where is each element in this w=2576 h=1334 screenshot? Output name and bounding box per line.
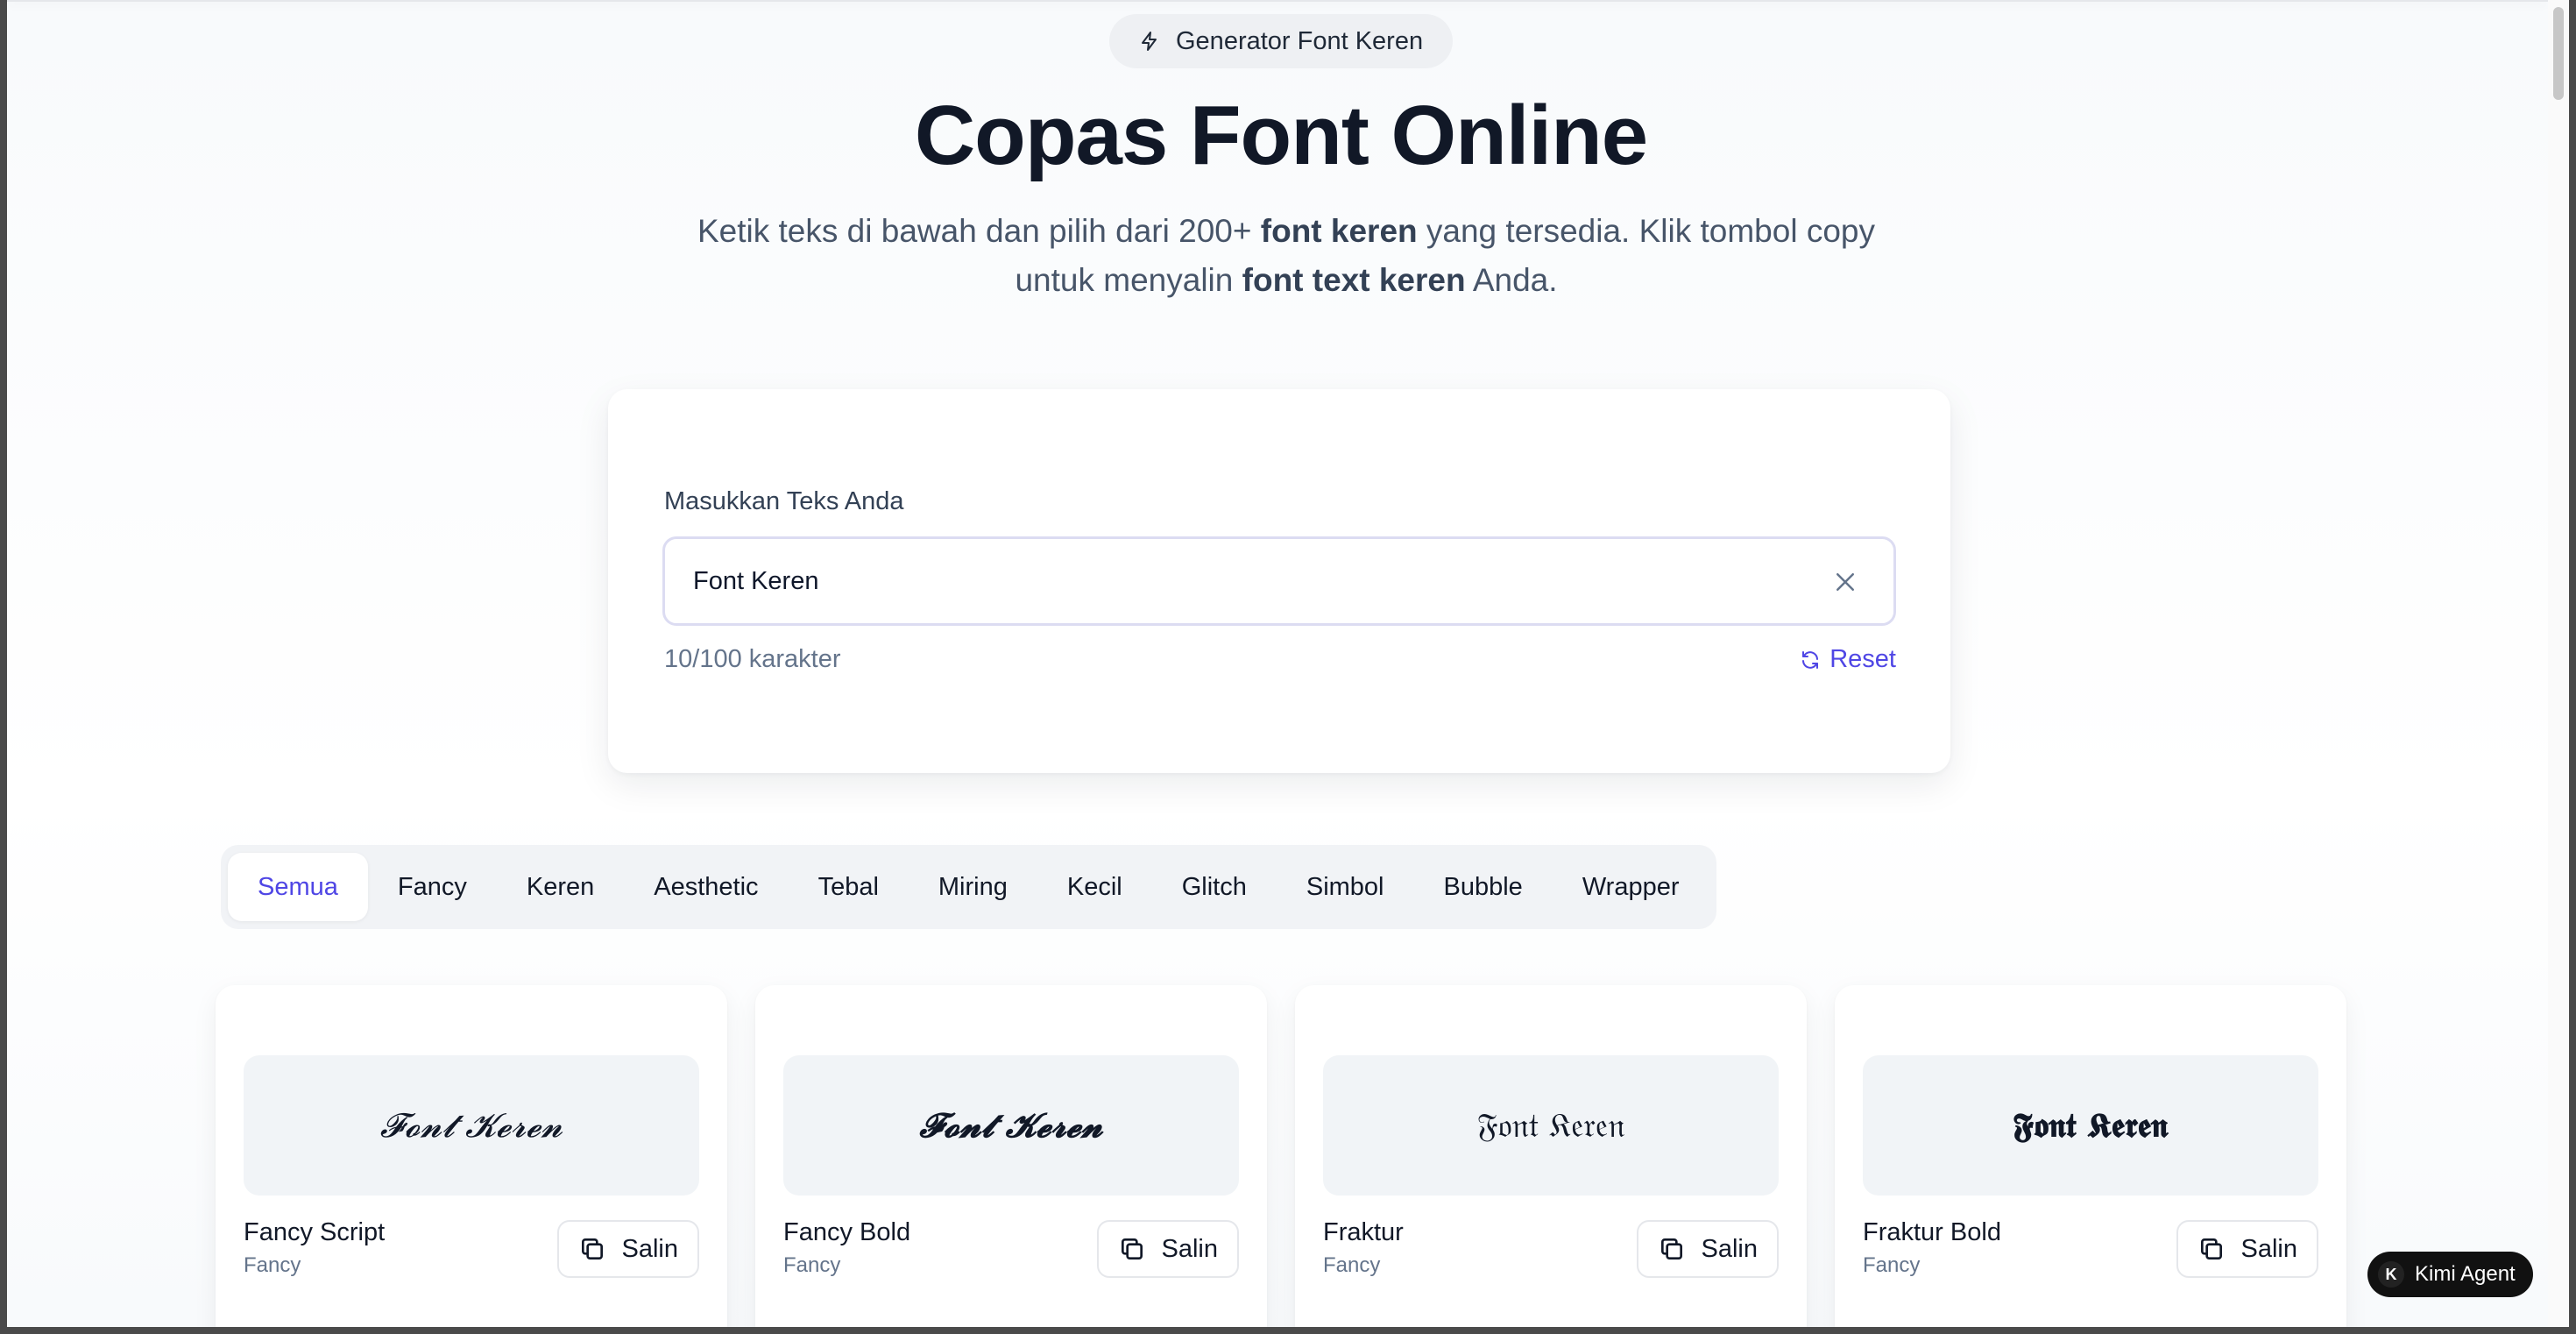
page: Generator Font Keren Copas Font Online K…: [7, 0, 2569, 1327]
font-preview[interactable]: 𝕱𝖔𝖓𝖙 𝕶𝖊𝖗𝖊𝖓: [1863, 1055, 2318, 1196]
font-card: 𝓕𝓸𝓷𝓽 𝓚𝓮𝓻𝓮𝓷 Fancy Script Fancy Salin: [216, 985, 727, 1327]
tab-aesthetic[interactable]: Aesthetic: [624, 853, 788, 921]
font-category: Fancy: [783, 1253, 841, 1277]
copy-icon: [581, 1238, 603, 1259]
scrollbar-thumb[interactable]: [2553, 7, 2564, 100]
top-divider: [7, 0, 2548, 2]
font-card: 𝓕𝓸𝓷𝓽 𝓚𝓮𝓻𝓮𝓷 Fancy Bold Fancy Salin: [755, 985, 1267, 1327]
zap-icon: [1142, 32, 1157, 51]
text-input-wrapper: [662, 536, 1896, 626]
copy-button[interactable]: Salin: [556, 1220, 699, 1278]
scrollbar[interactable]: [2548, 0, 2569, 1327]
tab-bubble[interactable]: Bubble: [1414, 853, 1553, 921]
page-subtitle: Ketik teks di bawah dan pilih dari 200+ …: [673, 207, 1900, 305]
tab-kecil[interactable]: Kecil: [1037, 853, 1152, 921]
copy-icon: [1121, 1238, 1143, 1259]
reset-label: Reset: [1829, 645, 1896, 673]
copy-label: Salin: [1701, 1234, 1759, 1263]
close-icon[interactable]: [1832, 569, 1858, 595]
tab-fancy[interactable]: Fancy: [368, 853, 497, 921]
tab-glitch[interactable]: Glitch: [1152, 853, 1277, 921]
input-label: Masukkan Teks Anda: [664, 487, 904, 515]
font-card: 𝕱𝖔𝖓𝖙 𝕶𝖊𝖗𝖊𝖓 Fraktur Bold Fancy Salin: [1835, 985, 2346, 1327]
hero-badge: Generator Font Keren: [1109, 14, 1454, 68]
copy-label: Salin: [2240, 1234, 2298, 1263]
category-tabs: Semua Fancy Keren Aesthetic Tebal Miring…: [221, 845, 1716, 929]
font-card: 𝔉𝔬𝔫𝔱 𝔎𝔢𝔯𝔢𝔫 Fraktur Fancy Salin: [1295, 985, 1807, 1327]
font-category: Fancy: [244, 1253, 301, 1277]
character-counter: 10/100 karakter: [664, 645, 841, 673]
tab-wrapper[interactable]: Wrapper: [1553, 853, 1709, 921]
copy-button[interactable]: Salin: [1636, 1220, 1779, 1278]
kimi-label: Kimi Agent: [2415, 1262, 2516, 1286]
tab-tebal[interactable]: Tebal: [789, 853, 909, 921]
font-name: Fraktur: [1323, 1218, 1404, 1246]
tab-simbol[interactable]: Simbol: [1277, 853, 1414, 921]
tab-keren[interactable]: Keren: [497, 853, 624, 921]
copy-icon: [2200, 1238, 2222, 1259]
font-name: Fancy Script: [244, 1218, 386, 1246]
reset-button[interactable]: Reset: [1800, 645, 1896, 674]
kimi-agent-button[interactable]: K Kimi Agent: [2367, 1252, 2533, 1297]
copy-label: Salin: [1161, 1234, 1219, 1263]
input-card: Masukkan Teks Anda 10/100 karakter Reset: [608, 389, 1950, 773]
font-name: Fraktur Bold: [1863, 1218, 2001, 1246]
font-preview[interactable]: 𝓕𝓸𝓷𝓽 𝓚𝓮𝓻𝓮𝓷: [244, 1055, 699, 1196]
page-title: Copas Font Online: [914, 89, 1648, 182]
tab-miring[interactable]: Miring: [909, 853, 1037, 921]
refresh-icon: [1802, 650, 1819, 669]
text-input[interactable]: [693, 539, 1788, 623]
subtitle-bold: font keren: [1260, 213, 1418, 249]
badge-label: Generator Font Keren: [1176, 26, 1424, 55]
kimi-logo-icon: K: [2378, 1261, 2404, 1288]
tab-semua[interactable]: Semua: [228, 853, 368, 921]
subtitle-text: Anda.: [1465, 262, 1558, 298]
font-category: Fancy: [1323, 1253, 1381, 1277]
subtitle-text: yang tersedia. Klik tombol copy: [1417, 213, 1875, 249]
subtitle-bold: font text keren: [1242, 262, 1466, 298]
font-preview[interactable]: 𝓕𝓸𝓷𝓽 𝓚𝓮𝓻𝓮𝓷: [783, 1055, 1239, 1196]
font-preview[interactable]: 𝔉𝔬𝔫𝔱 𝔎𝔢𝔯𝔢𝔫: [1323, 1055, 1779, 1196]
font-category: Fancy: [1863, 1253, 1921, 1277]
font-name: Fancy Bold: [783, 1218, 911, 1246]
copy-button[interactable]: Salin: [1096, 1220, 1239, 1278]
copy-button[interactable]: Salin: [2176, 1220, 2318, 1278]
subtitle-text: untuk menyalin: [1015, 262, 1242, 298]
copy-icon: [1660, 1238, 1682, 1259]
copy-label: Salin: [621, 1234, 679, 1263]
subtitle-text: Ketik teks di bawah dan pilih dari 200+: [697, 213, 1261, 249]
